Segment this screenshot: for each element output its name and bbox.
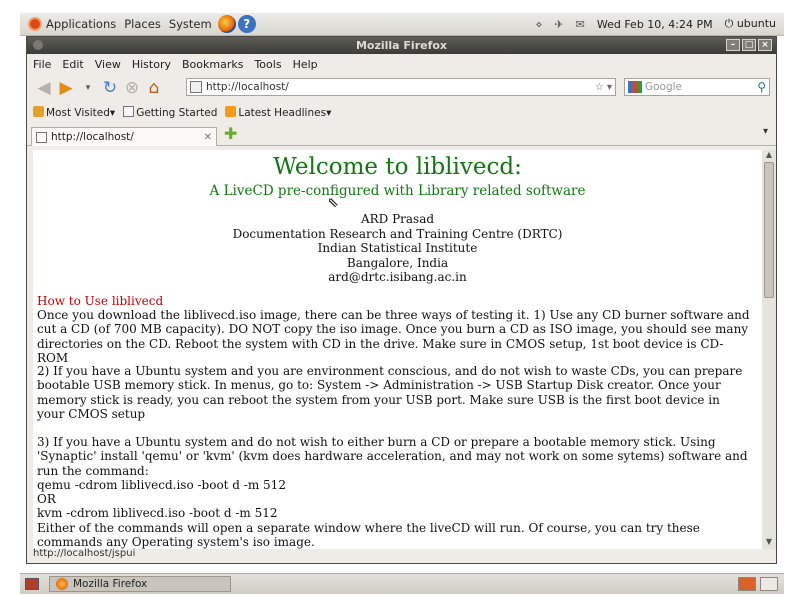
search-bar[interactable]: Google ⚲ bbox=[624, 78, 770, 96]
mouse-cursor-icon: ⇖ bbox=[327, 195, 339, 211]
bookmark-label: Most Visited bbox=[46, 107, 110, 119]
bookmarks-toolbar: Most Visited▾ Getting Started Latest Hea… bbox=[27, 102, 776, 123]
user-label: ubuntu bbox=[736, 17, 776, 30]
author-email[interactable]: ard@drtc.isibang.ac.in bbox=[33, 270, 762, 285]
tab-bar: http://localhost/ ✕ ✚ ▾ bbox=[27, 123, 776, 146]
home-icon[interactable]: ⌂ bbox=[143, 77, 165, 99]
taskbar-label: Mozilla Firefox bbox=[73, 578, 148, 590]
bookmark-label: Getting Started bbox=[136, 107, 218, 119]
bluetooth-icon[interactable]: ⋄ bbox=[536, 18, 543, 31]
firefox-window: Mozilla Firefox – □ × File Edit View His… bbox=[26, 36, 777, 564]
navigation-toolbar: ◀ ▶ ▾ ↻ ⊗ ⌂ http://localhost/ ☆ ▾ Google… bbox=[27, 74, 776, 102]
system-menu[interactable]: System bbox=[169, 17, 212, 31]
menu-history[interactable]: History bbox=[132, 58, 171, 71]
history-dropdown-icon[interactable]: ▾ bbox=[77, 77, 99, 99]
tab-localhost[interactable]: http://localhost/ ✕ bbox=[31, 127, 217, 146]
paragraph-2: 2) If you have a Ubuntu system and you a… bbox=[37, 364, 743, 421]
places-menu[interactable]: Places bbox=[124, 17, 161, 31]
top-panel: Applications Places System ? ⋄ ✈ ✉ Wed F… bbox=[20, 13, 784, 36]
status-bar: http://localhost/jspui bbox=[33, 546, 769, 560]
search-engine-icon[interactable] bbox=[628, 81, 642, 93]
applications-menu[interactable]: Applications bbox=[28, 17, 116, 31]
scrollbar-thumb[interactable] bbox=[764, 162, 774, 298]
paragraph-3-intro: 3) If you have a Ubuntu system and do no… bbox=[37, 435, 748, 478]
howto-title: How to Use liblivecd bbox=[37, 294, 164, 308]
rss-icon bbox=[225, 106, 237, 117]
firefox-launcher-icon[interactable] bbox=[217, 15, 236, 33]
menubar: File Edit View History Bookmarks Tools H… bbox=[27, 54, 776, 74]
ubuntu-logo-icon bbox=[28, 17, 42, 31]
bottom-panel: Mozilla Firefox bbox=[20, 573, 784, 594]
workspace-2[interactable] bbox=[760, 577, 778, 591]
menu-edit[interactable]: Edit bbox=[62, 58, 83, 71]
paragraph-3: 3) If you have a Ubuntu system and do no… bbox=[37, 435, 751, 549]
taskbar-firefox[interactable]: Mozilla Firefox bbox=[49, 576, 231, 592]
url-text: http://localhost/ bbox=[206, 81, 289, 93]
author-institute: Indian Statistical Institute bbox=[317, 241, 478, 256]
search-placeholder: Google bbox=[645, 81, 683, 93]
page-favicon-icon bbox=[190, 81, 202, 93]
url-bar[interactable]: http://localhost/ ☆ ▾ bbox=[186, 78, 616, 96]
window-title: Mozilla Firefox bbox=[355, 39, 448, 52]
help-launcher-icon[interactable]: ? bbox=[237, 15, 256, 33]
command-kvm: kvm -cdrom liblivecd.iso -boot d -m 512 bbox=[37, 506, 278, 521]
system-label: System bbox=[168, 17, 212, 31]
author-city: Bangalore, India bbox=[346, 255, 449, 270]
bookmark-most-visited[interactable]: Most Visited▾ bbox=[33, 106, 115, 119]
close-icon[interactable]: × bbox=[758, 39, 772, 51]
menu-view[interactable]: View bbox=[95, 58, 121, 71]
command-qemu: qemu -cdrom liblivecd.iso -boot d -m 512 bbox=[37, 477, 286, 492]
mail-icon[interactable]: ✉ bbox=[576, 18, 585, 31]
user-menu[interactable]: ⏻ ubuntu bbox=[725, 17, 776, 31]
menu-file[interactable]: File bbox=[33, 58, 51, 71]
network-icon[interactable]: ✈ bbox=[554, 18, 563, 31]
minimize-icon[interactable]: – bbox=[726, 39, 740, 51]
vertical-scrollbar[interactable]: ▲ ▼ bbox=[762, 150, 776, 549]
url-dropdown-icon[interactable]: ☆ ▾ bbox=[595, 82, 612, 93]
page-subheading: A LiveCD pre-configured with Library rel… bbox=[209, 183, 586, 199]
applications-label: Applications bbox=[46, 17, 117, 31]
page-heading: Welcome to liblivecd: bbox=[273, 154, 522, 180]
bookmark-getting-started[interactable]: Getting Started bbox=[123, 106, 217, 119]
page-content: Welcome to liblivecd: A LiveCD pre-confi… bbox=[33, 150, 762, 549]
status-text: http://localhost/jspui bbox=[33, 547, 136, 559]
tab-favicon-icon bbox=[36, 131, 47, 143]
new-tab-icon[interactable]: ✚ bbox=[224, 124, 237, 143]
window-menu-icon[interactable] bbox=[33, 40, 43, 50]
paragraph-3-outro: Either of the commands will open a separ… bbox=[37, 520, 700, 549]
window-titlebar[interactable]: Mozilla Firefox – □ × bbox=[27, 37, 776, 54]
author-block: ARD Prasad Documentation Research and Tr… bbox=[33, 212, 762, 285]
menu-tools[interactable]: Tools bbox=[254, 58, 281, 71]
tab-list-icon[interactable]: ▾ bbox=[763, 126, 768, 137]
menu-bookmarks[interactable]: Bookmarks bbox=[182, 58, 243, 71]
scroll-up-icon[interactable]: ▲ bbox=[762, 150, 776, 162]
reload-icon[interactable]: ↻ bbox=[99, 77, 121, 99]
firefox-icon bbox=[56, 578, 68, 590]
tab-close-icon[interactable]: ✕ bbox=[204, 132, 212, 143]
author-name: ARD Prasad bbox=[360, 212, 435, 226]
or-text: OR bbox=[37, 492, 56, 507]
places-label: Places bbox=[124, 17, 161, 31]
back-icon[interactable]: ◀ bbox=[33, 77, 55, 99]
search-icon[interactable]: ⚲ bbox=[757, 80, 766, 94]
folder-icon bbox=[33, 106, 44, 117]
page-icon bbox=[123, 106, 135, 117]
clock[interactable]: Wed Feb 10, 4:24 PM bbox=[597, 18, 713, 31]
bookmark-latest-headlines[interactable]: Latest Headlines▾ bbox=[225, 106, 331, 119]
show-desktop-icon[interactable] bbox=[25, 578, 39, 590]
workspace-1[interactable] bbox=[738, 577, 756, 591]
menu-help[interactable]: Help bbox=[293, 58, 318, 71]
tab-label: http://localhost/ bbox=[51, 131, 134, 143]
stop-icon[interactable]: ⊗ bbox=[121, 77, 143, 99]
forward-icon[interactable]: ▶ bbox=[55, 77, 77, 99]
author-centre: Documentation Research and Training Cent… bbox=[232, 226, 563, 241]
maximize-icon[interactable]: □ bbox=[742, 39, 756, 51]
bookmark-label: Latest Headlines bbox=[238, 107, 327, 119]
paragraph-1: Once you download the liblivecd.iso imag… bbox=[37, 308, 750, 365]
